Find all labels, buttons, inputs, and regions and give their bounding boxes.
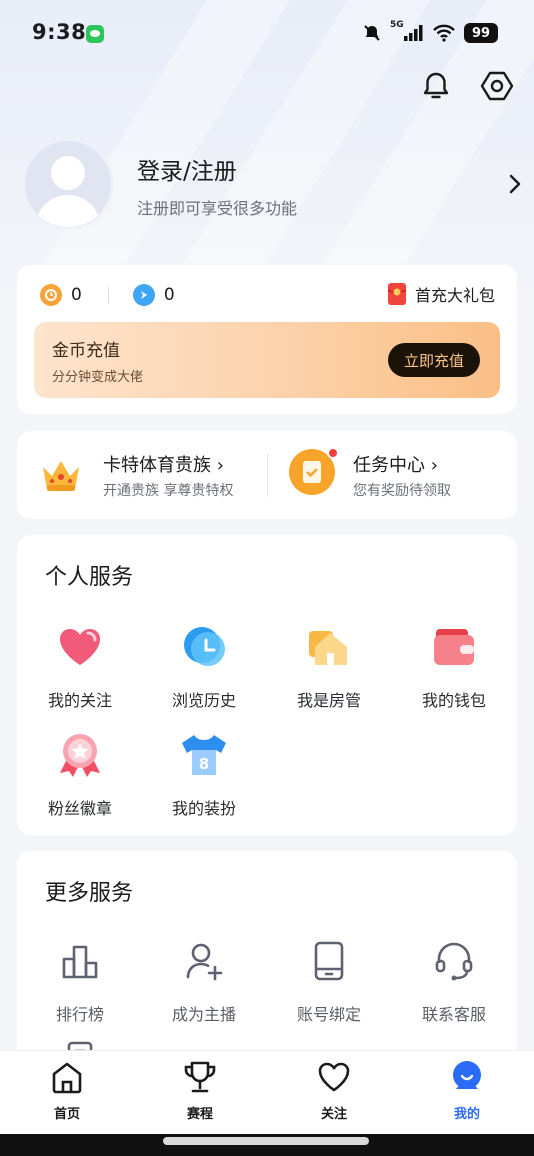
login-subtitle: 注册即可享受很多功能: [137, 199, 298, 218]
heart-icon: [60, 629, 100, 665]
diamond-coin-count: 0: [163, 285, 175, 305]
red-envelope-icon: [387, 283, 407, 305]
item-label: 我的关注: [47, 691, 112, 710]
login-register-entry[interactable]: 登录/注册 注册即可享受很多功能: [22, 138, 522, 230]
red-dot-badge: [327, 447, 339, 459]
my-wallet-item[interactable]: 我的钱包: [399, 623, 509, 711]
settings-hexagon-icon: [480, 71, 514, 101]
room-admin-item[interactable]: 我是房管: [274, 623, 384, 711]
wallet-icon: [434, 629, 474, 665]
vip-title: 卡特体育贵族 ›: [103, 455, 224, 476]
item-label: 联系客服: [421, 1005, 486, 1024]
status-time: 9:38: [32, 20, 87, 44]
clock-icon: [184, 627, 225, 666]
coin-recharge-banner[interactable]: 金币充值 分分钟变成大佬 立即充值: [34, 322, 500, 398]
task-subtitle: 您有奖励待领取: [353, 483, 451, 499]
divider: [267, 453, 268, 497]
status-icons: 5G 99: [362, 20, 498, 44]
fan-badge-item[interactable]: 粉丝徽章: [25, 731, 135, 819]
gold-coin-count: 0: [71, 285, 82, 305]
notification-bell-button[interactable]: [416, 66, 456, 106]
item-label: 浏览历史: [171, 691, 236, 710]
tab-schedule[interactable]: 赛程: [160, 1059, 240, 1122]
tablet-icon: [314, 941, 344, 981]
status-bar: 9:38 5G 99: [0, 0, 534, 66]
item-label: 成为主播: [171, 1005, 236, 1024]
balance-row: 0 0: [40, 283, 175, 307]
battery-indicator: 99: [464, 23, 498, 43]
first-recharge-gift-link[interactable]: 首充大礼包: [386, 281, 495, 307]
bell-icon: [423, 72, 449, 99]
customer-service-item[interactable]: 联系客服: [399, 937, 509, 1025]
diamond-coin-icon: [132, 284, 155, 306]
tab-mine[interactable]: 我的: [427, 1059, 507, 1122]
item-label: 账号绑定: [296, 1005, 361, 1024]
tab-label: 赛程: [186, 1107, 213, 1122]
task-center-entry[interactable]: 任务中心 › 您有奖励待领取: [289, 447, 509, 503]
account-binding-item[interactable]: 账号绑定: [274, 937, 384, 1025]
section-title: 个人服务: [45, 565, 134, 590]
tab-home[interactable]: 首页: [27, 1059, 107, 1122]
item-label: 我是房管: [296, 691, 361, 710]
item-label: 我的装扮: [171, 799, 236, 818]
tab-label: 我的: [453, 1107, 480, 1122]
wifi-icon: [433, 24, 455, 42]
recharge-title: 金币充值: [52, 341, 120, 361]
item-label: 排行榜: [55, 1005, 104, 1024]
home-icon: [52, 1062, 82, 1094]
settings-button[interactable]: [477, 66, 517, 106]
my-follows-item[interactable]: 我的关注: [25, 623, 135, 711]
item-label: 我的钱包: [421, 691, 486, 710]
bottom-tab-bar: 首页 赛程 关注 我的: [0, 1050, 534, 1134]
house-icon: [309, 631, 347, 665]
gold-coin-icon: [40, 284, 62, 306]
default-avatar-icon: [35, 156, 101, 227]
ranking-icon: [62, 945, 98, 979]
login-title: 登录/注册: [137, 159, 237, 185]
cellular-signal-icon: 5G: [390, 20, 424, 43]
browse-history-item[interactable]: 浏览历史: [149, 623, 259, 711]
section-title: 更多服务: [45, 881, 134, 906]
recharge-subtitle: 分分钟变成大佬: [52, 370, 144, 385]
wechat-notification-icon: [86, 25, 104, 43]
trophy-icon: [184, 1061, 216, 1093]
divider: [107, 287, 109, 303]
more-services-card: 更多服务 排行榜 成为主播 账号绑定 联系客服: [17, 851, 517, 1081]
avatar: [22, 138, 114, 230]
gift-label: 首充大礼包: [414, 286, 495, 305]
tab-label: 首页: [53, 1107, 80, 1122]
ranking-item[interactable]: 排行榜: [25, 937, 135, 1025]
badge-icon: [60, 734, 100, 777]
tab-label: 关注: [320, 1107, 347, 1122]
network-type: 5G: [390, 20, 404, 30]
profile-icon: [453, 1061, 481, 1089]
recharge-now-button[interactable]: 立即充值: [388, 343, 480, 377]
wallet-card: 0 0 首充大礼包 金币充值 分分钟变成大佬 立即充值: [17, 265, 517, 414]
vip-nobility-entry[interactable]: 卡特体育贵族 › 开通贵族 享尊贵特权: [39, 449, 269, 503]
home-indicator[interactable]: [163, 1137, 369, 1145]
crown-icon: [43, 461, 79, 491]
headset-icon: [435, 942, 473, 981]
personal-services-card: 个人服务 我的关注 浏览历史 我是房管 我的钱包 粉丝徽章 8 我的装扮: [17, 535, 517, 835]
jersey-icon: 8: [182, 735, 226, 775]
mute-bell-icon: [364, 25, 380, 41]
svg-text:8: 8: [199, 755, 209, 773]
promo-card: 卡特体育贵族 › 开通贵族 享尊贵特权 任务中心 › 您有奖励待领取: [17, 431, 517, 519]
vip-subtitle: 开通贵族 享尊贵特权: [103, 483, 234, 499]
add-user-icon: [186, 943, 223, 981]
task-clipboard-icon: [289, 447, 339, 495]
become-anchor-item[interactable]: 成为主播: [149, 937, 259, 1025]
tab-follow[interactable]: 关注: [294, 1059, 374, 1122]
my-outfit-item[interactable]: 8 我的装扮: [149, 731, 259, 819]
item-label: 粉丝徽章: [47, 799, 112, 818]
heart-outline-icon: [318, 1062, 350, 1092]
chevron-right-icon: [509, 174, 521, 194]
task-title: 任务中心 ›: [353, 455, 438, 476]
